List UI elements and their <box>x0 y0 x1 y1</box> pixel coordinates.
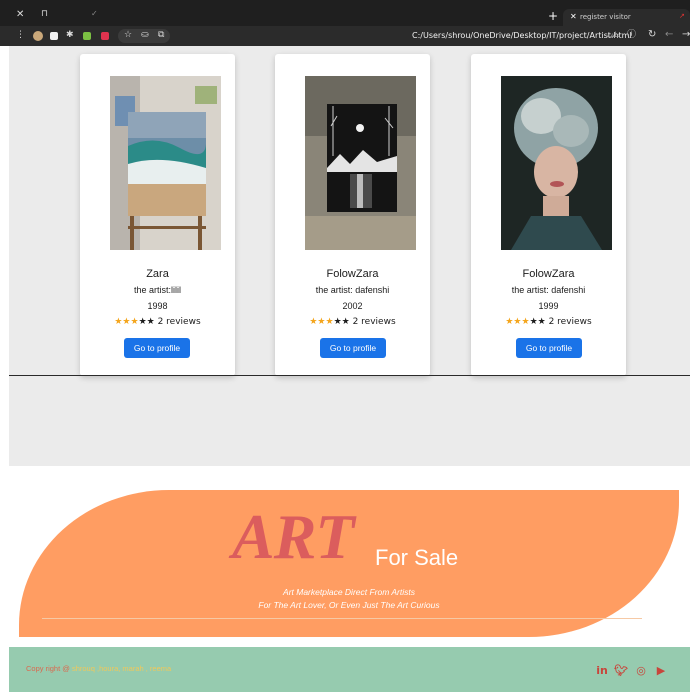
star-icon[interactable]: ☆ <box>124 31 132 40</box>
star-filled-icon: ★★★ <box>114 317 139 327</box>
star-filled-icon: ★★★ <box>505 317 530 327</box>
artwork-image <box>110 76 221 250</box>
extension-green-icon[interactable] <box>83 32 91 40</box>
rating: ★★★★★ 2 reviews <box>471 317 626 327</box>
star-empty-icon: ★★ <box>333 317 350 327</box>
artist-name: the artist:lilil <box>133 285 181 295</box>
forward-arrow-icon[interactable]: → <box>682 30 690 40</box>
reader-icon[interactable]: ⧉ <box>158 31 164 40</box>
copyright-names: shrouq ,houra, marah , reema <box>71 664 172 673</box>
url-label: ملف <box>607 31 621 39</box>
extension-avatar-icon[interactable] <box>33 31 43 41</box>
banner-rule <box>42 618 642 619</box>
chevron-down-icon[interactable]: ✓ <box>91 10 98 18</box>
rating: ★★★★★ 2 reviews <box>80 317 235 327</box>
review-count: 2 reviews <box>352 317 396 327</box>
url-text[interactable]: C:/Users/shrou/OneDrive/Desktop/IT/proje… <box>412 32 632 40</box>
artist-card: FolowZara the artist: dafenshi 1999 ★★★★… <box>471 54 626 376</box>
extension-square-icon[interactable] <box>50 32 58 40</box>
linkedin-icon[interactable]: in <box>595 664 609 678</box>
puzzle-icon[interactable]: ✱ <box>66 31 74 40</box>
star-empty-icon: ★★ <box>138 317 155 327</box>
new-tab-button[interactable]: + <box>548 10 558 22</box>
rating: ★★★★★ 2 reviews <box>275 317 430 327</box>
instagram-icon[interactable]: ◎ <box>634 664 648 678</box>
artwork-name: FolowZara <box>522 268 575 280</box>
artist-card: FolowZara the artist: dafenshi 2002 ★★★★… <box>275 54 430 376</box>
star-empty-icon: ★★ <box>529 317 546 327</box>
artist-card: Zara the artist:lilil 1998 ★★★★★ 2 revie… <box>80 54 235 376</box>
twitter-icon[interactable]: 🐦︎ <box>614 664 628 678</box>
banner-tagline-1: Art Marketplace Direct From Artists <box>283 587 415 597</box>
artwork-name: FolowZara <box>326 268 379 280</box>
go-to-profile-button[interactable]: Go to profile <box>516 338 582 358</box>
artwork-year: 1998 <box>147 301 168 311</box>
artwork-image <box>305 76 416 250</box>
tab-search-icon[interactable]: ⊓ <box>41 10 48 19</box>
go-to-profile-button[interactable]: Go to profile <box>320 338 386 358</box>
menu-dots-icon[interactable]: ⋮ <box>16 31 25 40</box>
close-window-icon[interactable]: ✕ <box>16 10 24 20</box>
back-arrow-icon[interactable]: ← <box>665 30 673 40</box>
artist-name: the artist: dafenshi <box>511 285 586 295</box>
artwork-seascape <box>110 76 221 250</box>
tab-close-icon[interactable]: ✕ <box>570 13 577 21</box>
youtube-icon[interactable]: ▶ <box>654 664 668 678</box>
artwork-year: 2002 <box>342 301 363 311</box>
copyright-prefix: Copy right @ <box>26 664 72 673</box>
copyright-text: Copy right @ shrouq ,houra, marah , reem… <box>26 665 171 673</box>
tab-title: register visitor <box>580 13 631 21</box>
section-divider <box>9 375 690 376</box>
extension-red-icon[interactable] <box>101 32 109 40</box>
artwork-year: 1999 <box>538 301 559 311</box>
banner-subtitle: For Sale <box>375 545 459 570</box>
artwork-portrait <box>501 76 612 250</box>
artwork-image <box>501 76 612 250</box>
artwork-name: Zara <box>146 268 169 280</box>
reload-icon[interactable]: ↻ <box>648 30 656 40</box>
info-icon[interactable]: ⓘ <box>627 31 636 40</box>
banner-tagline-2: For The Art Lover, Or Even Just The Art … <box>258 600 440 610</box>
review-count: 2 reviews <box>548 317 592 327</box>
banner-title: ART <box>232 501 354 572</box>
star-filled-icon: ★★★ <box>309 317 334 327</box>
tab-icon: ↗ <box>679 12 685 20</box>
share-icon[interactable]: ⛀ <box>141 31 149 40</box>
artist-name: the artist: dafenshi <box>315 285 390 295</box>
artwork-moonlight <box>305 76 416 250</box>
review-count: 2 reviews <box>157 317 201 327</box>
go-to-profile-button[interactable]: Go to profile <box>124 338 190 358</box>
